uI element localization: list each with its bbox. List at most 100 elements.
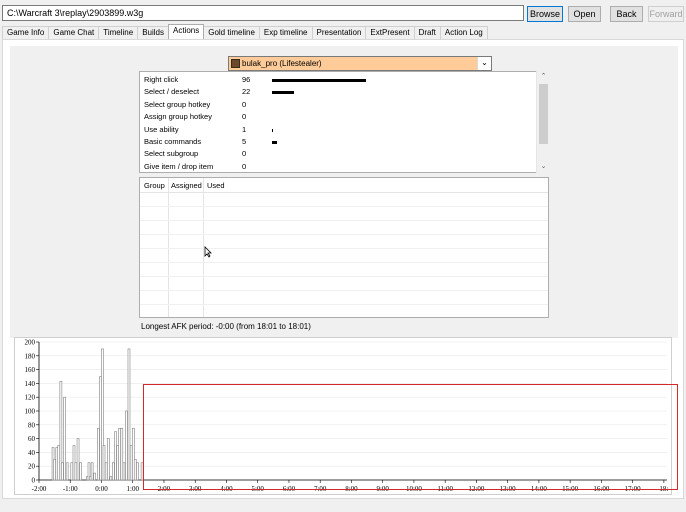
scrollbar-thumb[interactable] <box>539 84 548 144</box>
column-header-assigned[interactable]: Assigned <box>171 181 202 190</box>
chart-bar <box>112 462 115 481</box>
action-count: 96 <box>242 75 251 84</box>
action-bar <box>272 141 277 144</box>
chart-bar <box>118 427 121 481</box>
row-divider <box>140 304 548 305</box>
header-divider <box>140 192 548 193</box>
actions-list: Right click 96 Select / deselect 22 Select g… <box>139 71 549 173</box>
column-header-used[interactable]: Used <box>207 181 225 190</box>
y-tick-label: 160 <box>25 366 36 374</box>
x-tick-label: -1:00 <box>63 485 78 493</box>
player-select[interactable]: bulak_pro (Lifestealer) ⌄ <box>228 56 492 71</box>
action-count: 0 <box>242 99 247 109</box>
chart-bar <box>53 459 56 481</box>
y-tick-label: 60 <box>28 435 36 443</box>
chart-bar <box>107 438 110 481</box>
tab-game-info[interactable]: Game Info <box>2 26 50 39</box>
column-header-group[interactable]: Group <box>144 181 165 190</box>
chart-bar <box>61 462 64 481</box>
chart-bar <box>63 396 66 481</box>
tab-builds[interactable]: Builds <box>137 26 169 39</box>
y-tick-label: 120 <box>25 394 36 402</box>
chart-bar <box>76 438 80 481</box>
row-divider <box>140 220 548 221</box>
row-divider <box>140 248 548 249</box>
tab-presentation[interactable]: Presentation <box>311 26 367 39</box>
chart-bar <box>122 462 126 481</box>
chevron-down-icon[interactable]: ⌄ <box>477 57 491 70</box>
chart-bar <box>104 462 108 481</box>
action-label: Use ability <box>144 124 179 134</box>
chart-bar <box>70 462 74 481</box>
action-label: Select / deselect <box>144 87 200 97</box>
row-divider <box>140 276 548 277</box>
tab-draft[interactable]: Draft <box>413 26 441 39</box>
player-select-value: bulak_pro (Lifestealer) <box>242 59 322 68</box>
replay-path-input[interactable]: C:\Warcraft 3\replay\2903899.w3g <box>2 5 524 21</box>
chart-bar <box>127 348 131 481</box>
action-label: Right click <box>144 75 179 84</box>
highlight-rectangle <box>143 384 678 490</box>
tab-extpresent[interactable]: ExtPresent <box>365 26 415 39</box>
action-bar <box>272 91 294 95</box>
action-count: 5 <box>242 137 247 146</box>
chart-bar <box>109 476 113 481</box>
action-label: Give item / drop item <box>144 161 214 171</box>
action-label: Basic commands <box>144 137 202 146</box>
row-divider <box>140 206 548 207</box>
row-divider <box>140 290 548 291</box>
chart-bar <box>90 462 94 481</box>
y-tick-label: 140 <box>25 380 36 388</box>
chart-bar <box>79 462 82 481</box>
chart-bar <box>129 445 133 481</box>
mouse-cursor-icon <box>204 246 212 258</box>
chart-bar <box>120 427 124 481</box>
chart-bar <box>74 462 78 481</box>
action-bar <box>272 128 273 132</box>
x-tick-label: -2:00 <box>32 485 47 493</box>
y-tick-label: 0 <box>32 477 36 485</box>
tab-gold-timeline[interactable]: Gold timeline <box>203 26 260 39</box>
browse-button[interactable]: Browse <box>527 6 563 22</box>
action-count: 0 <box>242 112 247 122</box>
action-label: Assign group hotkey <box>144 112 212 122</box>
hero-portrait-icon <box>231 59 240 68</box>
tab-actions[interactable]: Actions <box>168 24 205 39</box>
chart-bar <box>97 427 100 481</box>
open-button[interactable]: Open <box>568 6 601 22</box>
group-hotkey-table: Group Assigned Used <box>139 177 549 318</box>
scroll-up-icon[interactable]: ⌃ <box>537 71 550 83</box>
scroll-down-icon[interactable]: ⌄ <box>537 161 550 173</box>
y-tick-label: 20 <box>28 463 36 471</box>
tab-timeline[interactable]: Timeline <box>98 26 139 39</box>
y-tick-label: 200 <box>25 339 36 347</box>
chart-bar <box>114 431 117 481</box>
chart-bar <box>57 445 60 481</box>
chart-bar <box>136 462 139 481</box>
chart-bar <box>102 445 106 481</box>
row-divider <box>140 234 548 235</box>
tab-bar: Game Info Game Chat Timeline Builds Acti… <box>2 24 488 40</box>
action-label: Select subgroup <box>144 149 199 159</box>
chart-bar <box>133 459 137 481</box>
y-tick-label: 80 <box>28 421 36 429</box>
forward-button: Forward <box>648 6 684 22</box>
chart-bar <box>65 462 69 481</box>
y-tick-label: 100 <box>25 408 36 416</box>
action-count: 0 <box>242 149 247 159</box>
chart-bar <box>93 472 96 481</box>
action-label: Select group hotkey <box>144 99 211 109</box>
tab-exp-timeline[interactable]: Exp timeline <box>258 26 313 39</box>
x-tick-label: 1:00 <box>127 485 140 493</box>
y-tick-label: 40 <box>28 449 36 457</box>
tab-action-log[interactable]: Action Log <box>439 26 488 39</box>
y-tick-label: 180 <box>25 352 36 360</box>
actions-list-scrollbar[interactable]: ⌃ ⌄ <box>536 71 549 173</box>
tab-game-chat[interactable]: Game Chat <box>48 26 100 39</box>
chart-bar <box>125 410 128 481</box>
action-bar <box>272 79 366 82</box>
row-divider <box>140 262 548 263</box>
afk-period-text: Longest AFK period: -0:00 (from 18:01 to… <box>141 322 311 331</box>
x-tick-label: 0:00 <box>95 485 108 493</box>
back-button[interactable]: Back <box>610 6 643 22</box>
